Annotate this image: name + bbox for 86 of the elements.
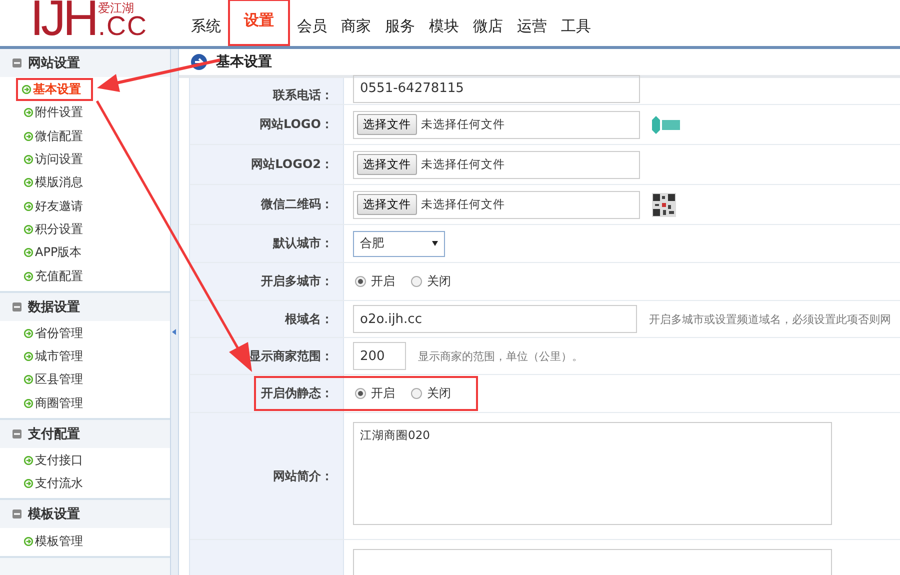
logo-domain: .CC	[98, 14, 148, 38]
arrow-circle-icon	[24, 248, 33, 258]
arrow-circle-icon	[24, 352, 33, 362]
nav-tab[interactable]: 服务	[378, 13, 422, 40]
qr-code-icon	[652, 192, 676, 216]
minus-icon	[12, 428, 22, 439]
sidebar-item[interactable]: 支付接口	[22, 448, 85, 472]
field-label: 网站LOGO2：	[251, 156, 333, 173]
sidebar-item[interactable]: 商圈管理	[22, 392, 85, 415]
sidebar-item[interactable]: 充值配置	[22, 264, 85, 288]
arrow-circle-icon	[24, 328, 33, 338]
sidebar-item[interactable]: 积分设置	[22, 218, 85, 242]
logo-letters: IJH	[30, 0, 96, 38]
logo-thumbnail-icon	[652, 114, 682, 134]
arrow-circle-icon	[191, 54, 207, 70]
arrow-circle-icon	[22, 85, 31, 94]
city-dropdown[interactable]: 合肥	[353, 230, 445, 256]
sidebar-item[interactable]: 微信配置	[22, 124, 85, 148]
radio-button[interactable]	[355, 276, 366, 287]
text-area[interactable]: 江湖商圈020	[353, 422, 832, 525]
arrow-circle-icon	[24, 202, 33, 211]
minus-icon	[12, 509, 22, 520]
arrow-circle-icon	[24, 375, 33, 384]
radio-button[interactable]	[411, 388, 422, 399]
arrow-circle-icon	[24, 108, 33, 118]
radio-option[interactable]: 关闭	[411, 273, 451, 290]
field-label: 显示商家范围：	[249, 348, 333, 364]
sidebar-item[interactable]: 支付流水	[22, 472, 85, 496]
file-field[interactable]: 选择文件 未选择任何文件	[353, 150, 640, 178]
file-field[interactable]: 选择文件 未选择任何文件	[353, 190, 640, 218]
field-label: 联系电话：	[273, 87, 333, 104]
nav-tab[interactable]: 运营	[510, 13, 554, 40]
field-label: 根域名：	[285, 310, 333, 328]
arrow-circle-icon	[24, 272, 33, 281]
panel-title: 基本设置	[216, 53, 272, 71]
arrow-circle-icon	[24, 536, 33, 546]
sidebar-item[interactable]: 省份管理	[22, 322, 85, 345]
radio-option[interactable]: 开启	[355, 273, 395, 290]
field-label: 网站LOGO：	[260, 116, 333, 133]
file-field[interactable]: 选择文件 未选择任何文件	[353, 110, 640, 138]
minus-icon	[12, 302, 22, 312]
field-label: 开启伪静态：	[261, 385, 333, 402]
nav-tab[interactable]: 模块	[422, 13, 466, 40]
field-label: 开启多城市：	[261, 273, 333, 290]
sidebar-item[interactable]: APP版本	[22, 241, 84, 264]
sidebar-item[interactable]: 基本设置	[16, 78, 93, 102]
sidebar-item[interactable]: 附件设置	[22, 101, 85, 125]
arrow-circle-icon	[24, 224, 33, 234]
nav-tab[interactable]: 工具	[554, 13, 598, 40]
sidebar-item[interactable]: 城市管理	[22, 344, 85, 368]
choose-file-button[interactable]: 选择文件	[357, 194, 417, 215]
sidebar-item[interactable]: 好友邀请	[22, 194, 85, 218]
number-field[interactable]: 200	[353, 342, 406, 370]
nav-tab[interactable]: 商家	[334, 13, 378, 40]
arrow-circle-icon	[24, 456, 33, 465]
field-label: 网站简介：	[273, 468, 333, 484]
radio-button[interactable]	[355, 388, 366, 399]
text-field[interactable]: o2o.ijh.cc	[353, 305, 637, 333]
minus-icon	[12, 58, 22, 68]
arrow-circle-icon	[24, 155, 33, 164]
arrow-circle-icon	[24, 398, 33, 408]
file-status: 未选择任何文件	[421, 197, 505, 212]
choose-file-button[interactable]: 选择文件	[357, 114, 417, 135]
radio-button[interactable]	[411, 276, 422, 287]
sidebar-item[interactable]: 访问设置	[22, 148, 85, 172]
collapse-handle[interactable]	[171, 49, 179, 575]
sidebar-item[interactable]: 区县管理	[22, 368, 85, 392]
file-status: 未选择任何文件	[421, 157, 505, 172]
logo-tagline: 爱江湖	[98, 2, 135, 14]
file-status: 未选择任何文件	[421, 117, 505, 132]
nav-tab[interactable]: 系统	[184, 13, 228, 40]
radio-option[interactable]: 关闭	[411, 385, 451, 402]
arrow-circle-icon	[24, 479, 33, 488]
field-label: 微信二维码：	[261, 196, 333, 213]
field-label: 默认城市：	[273, 235, 333, 252]
radio-option[interactable]: 开启	[355, 385, 395, 402]
choose-file-button[interactable]: 选择文件	[357, 154, 417, 175]
arrow-circle-icon	[24, 132, 33, 141]
nav-tab[interactable]: 微店	[466, 13, 510, 40]
text-field[interactable]: 0551-64278115	[353, 74, 640, 102]
nav-tab[interactable]: 设置	[228, 0, 290, 46]
arrow-circle-icon	[24, 178, 33, 188]
sidebar-item[interactable]: 模版消息	[22, 171, 85, 194]
hint-text: 显示商家的范围，单位（公里）。	[418, 348, 583, 364]
nav-tab[interactable]: 会员	[290, 13, 334, 40]
hint-text: 开启多城市或设置频道域名，必须设置此项否则网	[649, 312, 891, 326]
